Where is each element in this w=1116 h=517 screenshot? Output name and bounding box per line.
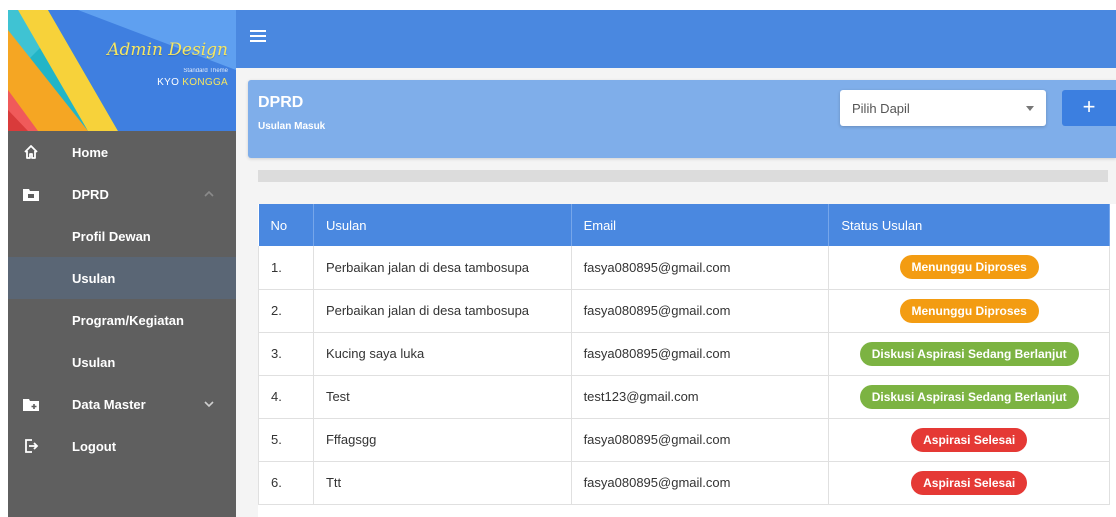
- table-row[interactable]: 6. Ttt fasya080895@gmail.com Aspirasi Seles…: [258, 461, 1110, 505]
- add-button[interactable]: +: [1062, 90, 1116, 126]
- sidebar-item-label: Usulan: [72, 270, 116, 286]
- table-row[interactable]: 4. Test test123@gmail.com Diskusi Aspirasi …: [258, 375, 1110, 419]
- cell-no: 1.: [258, 246, 314, 290]
- cell-status: Aspirasi Selesai: [828, 418, 1110, 462]
- sidebar-item-label: DPRD: [72, 186, 109, 202]
- sidebar-item-label: Program/Kegiatan: [72, 312, 184, 328]
- cell-email: fasya080895@gmail.com: [571, 461, 830, 505]
- sidebar-item-profil-dewan[interactable]: Profil Dewan: [8, 215, 236, 257]
- cell-status: Diskusi Aspirasi Sedang Berlanjut: [828, 332, 1110, 376]
- cell-usulan: Ttt: [313, 461, 572, 505]
- cell-no: 4.: [258, 375, 314, 419]
- brand-author: KYO KONGGA: [157, 77, 228, 88]
- brand-author-first: KYO: [157, 77, 180, 88]
- sidebar-item-program-kegiatan[interactable]: Program/Kegiatan: [8, 299, 236, 341]
- sidebar: Admin Design Standard Theme KYO KONGGA H…: [8, 10, 236, 517]
- status-badge: Aspirasi Selesai: [911, 427, 1028, 452]
- table-header-row: No Usulan Email Status Usulan: [258, 204, 1110, 246]
- logout-icon: [22, 437, 40, 455]
- sidebar-item-label: Usulan: [72, 354, 116, 370]
- status-badge: Menunggu Diproses: [899, 298, 1039, 323]
- status-badge: Diskusi Aspirasi Sedang Berlanjut: [859, 341, 1079, 366]
- sidebar-item-label: Logout: [72, 438, 117, 454]
- sidebar-item-label: Home: [72, 144, 109, 160]
- folder-icon: [22, 185, 40, 203]
- menu-icon[interactable]: [250, 30, 266, 44]
- table-row[interactable]: 5. Fffagsgg fasya080895@gmail.com Aspirasi …: [258, 418, 1110, 462]
- brand-title: Admin Design: [107, 40, 228, 60]
- cell-email: fasya080895@gmail.com: [571, 332, 830, 376]
- cell-email: fasya080895@gmail.com: [571, 289, 830, 333]
- dapil-select-value: Pilih Dapil: [852, 101, 910, 116]
- cell-status: Menunggu Diproses: [828, 289, 1110, 333]
- folder-add-icon: [22, 395, 40, 413]
- sidebar-item-label: Data Master: [72, 396, 146, 412]
- chevron-down-icon[interactable]: [202, 397, 216, 411]
- cell-email: test123@gmail.com: [571, 375, 830, 419]
- cell-no: 5.: [258, 418, 314, 462]
- sidebar-nav: Home DPRD Profil Dewan Usulan Program/Ke…: [8, 131, 236, 467]
- cell-no: 2.: [258, 289, 314, 333]
- column-header-usulan[interactable]: Usulan: [313, 204, 572, 246]
- main-content: DPRD Usulan Masuk Pilih Dapil + No Usula…: [236, 68, 1116, 517]
- usulan-table-container[interactable]: No Usulan Email Status Usulan 1. Perbaika…: [258, 204, 1116, 517]
- loading-bar: [258, 170, 1108, 182]
- status-badge: Diskusi Aspirasi Sedang Berlanjut: [859, 384, 1079, 409]
- table-body: 1. Perbaikan jalan di desa tambosupa fasya…: [258, 246, 1110, 505]
- chevron-up-icon[interactable]: [202, 187, 216, 201]
- cell-usulan: Fffagsgg: [313, 418, 572, 462]
- cell-status: Menunggu Diproses: [828, 246, 1110, 290]
- sidebar-item-data-master[interactable]: Data Master: [8, 383, 236, 425]
- cell-email: fasya080895@gmail.com: [571, 418, 830, 462]
- sidebar-item-logout[interactable]: Logout: [8, 425, 236, 467]
- page-subtitle: Usulan Masuk: [258, 121, 326, 132]
- page-title: DPRD: [258, 94, 304, 111]
- cell-usulan: Perbaikan jalan di desa tambosupa: [313, 289, 572, 333]
- sidebar-item-home[interactable]: Home: [8, 131, 236, 173]
- brand-subtitle: Standard Theme: [183, 68, 228, 74]
- status-badge: Aspirasi Selesai: [911, 470, 1028, 495]
- status-badge: Menunggu Diproses: [899, 255, 1039, 280]
- cell-usulan: Perbaikan jalan di desa tambosupa: [313, 246, 572, 290]
- page-header-card: DPRD Usulan Masuk Pilih Dapil +: [248, 80, 1116, 158]
- cell-usulan: Test: [313, 375, 572, 419]
- cell-no: 6.: [258, 461, 314, 505]
- table-row[interactable]: 1. Perbaikan jalan di desa tambosupa fasya…: [258, 246, 1110, 290]
- column-header-no[interactable]: No: [258, 204, 314, 246]
- sidebar-item-dprd[interactable]: DPRD: [8, 173, 236, 215]
- caret-down-icon: [1026, 106, 1034, 111]
- column-header-email[interactable]: Email: [571, 204, 830, 246]
- cell-no: 3.: [258, 332, 314, 376]
- brand-banner: Admin Design Standard Theme KYO KONGGA: [8, 10, 236, 131]
- sidebar-item-label: Profil Dewan: [72, 228, 151, 244]
- cell-status: Aspirasi Selesai: [828, 461, 1110, 505]
- home-icon: [22, 143, 40, 161]
- usulan-table: No Usulan Email Status Usulan 1. Perbaika…: [258, 204, 1110, 505]
- brand-author-second: KONGGA: [182, 77, 228, 88]
- cell-status: Diskusi Aspirasi Sedang Berlanjut: [828, 375, 1110, 419]
- table-row[interactable]: 3. Kucing saya luka fasya080895@gmail.com D…: [258, 332, 1110, 376]
- cell-usulan: Kucing saya luka: [313, 332, 572, 376]
- sidebar-item-usulan[interactable]: Usulan: [8, 341, 236, 383]
- top-bar: [236, 10, 1116, 68]
- sidebar-item-usulan-active[interactable]: Usulan: [8, 257, 236, 299]
- cell-email: fasya080895@gmail.com: [571, 246, 830, 290]
- column-header-status[interactable]: Status Usulan: [828, 204, 1110, 246]
- dapil-select[interactable]: Pilih Dapil: [840, 90, 1046, 126]
- table-row[interactable]: 2. Perbaikan jalan di desa tambosupa fasya…: [258, 289, 1110, 333]
